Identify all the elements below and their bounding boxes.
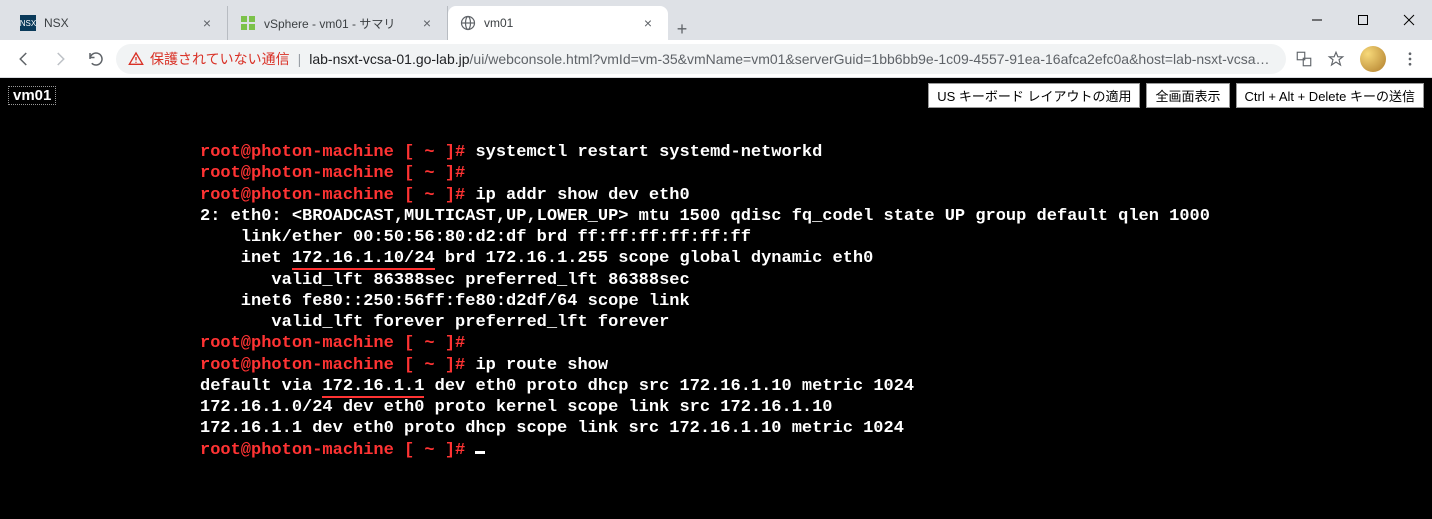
terminal-line: root@photon-machine [ ~ ]# systemctl res… xyxy=(200,142,1432,163)
terminal-line: valid_lft forever preferred_lft forever xyxy=(200,312,1432,333)
terminal-line: link/ether 00:50:56:80:d2:df brd ff:ff:f… xyxy=(200,227,1432,248)
tab-title: vSphere - vm01 - サマリ xyxy=(264,15,411,32)
new-tab-button[interactable]: + xyxy=(668,19,696,40)
address-bar: 保護されていない通信 | lab-nsxt-vcsa-01.go-lab.jp/… xyxy=(0,40,1432,78)
omnibox[interactable]: 保護されていない通信 | lab-nsxt-vcsa-01.go-lab.jp/… xyxy=(116,44,1286,74)
terminal-line: inet6 fe80::250:56ff:fe80:d2df/64 scope … xyxy=(200,291,1432,312)
keyboard-layout-button[interactable]: US キーボード レイアウトの適用 xyxy=(928,83,1140,108)
nav-reload-button[interactable] xyxy=(80,43,112,75)
fullscreen-button[interactable]: 全画面表示 xyxy=(1146,83,1229,108)
security-warning-label: 保護されていない通信 xyxy=(150,49,290,69)
browser-tab[interactable]: NSX NSX × xyxy=(8,6,228,40)
window-minimize-button[interactable] xyxy=(1294,0,1340,40)
ctrl-alt-del-button[interactable]: Ctrl + Alt + Delete キーの送信 xyxy=(1236,83,1425,108)
terminal-output[interactable]: root@photon-machine [ ~ ]# systemctl res… xyxy=(0,112,1432,461)
url-text: lab-nsxt-vcsa-01.go-lab.jp/ui/webconsole… xyxy=(309,51,1274,67)
browser-tab[interactable]: vSphere - vm01 - サマリ × xyxy=(228,6,448,40)
security-warning: 保護されていない通信 xyxy=(128,49,290,69)
highlighted-value: 172.16.1.10/24 xyxy=(292,249,435,270)
console-header: vm01 US キーボード レイアウトの適用 全画面表示 Ctrl + Alt … xyxy=(0,78,1432,112)
nav-back-button[interactable] xyxy=(8,43,40,75)
terminal-cursor xyxy=(475,451,485,454)
nsx-favicon-icon: NSX xyxy=(20,15,36,31)
terminal-line: root@photon-machine [ ~ ]# xyxy=(200,333,1432,354)
web-console: vm01 US キーボード レイアウトの適用 全画面表示 Ctrl + Alt … xyxy=(0,78,1432,519)
terminal-line: root@photon-machine [ ~ ]# xyxy=(200,440,1432,461)
terminal-line: root@photon-machine [ ~ ]# ip route show xyxy=(200,355,1432,376)
globe-favicon-icon xyxy=(460,15,476,31)
bookmark-star-icon[interactable] xyxy=(1322,45,1350,73)
tab-title: vm01 xyxy=(484,16,632,30)
browser-titlebar: NSX NSX × vSphere - vm01 - サマリ × vm01 × + xyxy=(0,0,1432,40)
browser-menu-icon[interactable] xyxy=(1396,45,1424,73)
terminal-line: inet 172.16.1.10/24 brd 172.16.1.255 sco… xyxy=(200,248,1432,269)
tab-close-icon[interactable]: × xyxy=(419,15,435,31)
tab-strip: NSX NSX × vSphere - vm01 - サマリ × vm01 × + xyxy=(0,0,1294,40)
warning-triangle-icon xyxy=(128,51,144,67)
highlighted-value: 172.16.1.1 xyxy=(322,377,424,398)
nav-forward-button[interactable] xyxy=(44,43,76,75)
terminal-line: root@photon-machine [ ~ ]# xyxy=(200,163,1432,184)
window-controls xyxy=(1294,0,1432,40)
vsphere-favicon-icon xyxy=(240,15,256,31)
tab-close-icon[interactable]: × xyxy=(640,15,656,31)
window-close-button[interactable] xyxy=(1386,0,1432,40)
tab-title: NSX xyxy=(44,16,191,30)
terminal-line: default via 172.16.1.1 dev eth0 proto dh… xyxy=(200,376,1432,397)
profile-avatar[interactable] xyxy=(1360,46,1386,72)
tab-close-icon[interactable]: × xyxy=(199,15,215,31)
terminal-line: 172.16.1.1 dev eth0 proto dhcp scope lin… xyxy=(200,418,1432,439)
terminal-line: valid_lft 86388sec preferred_lft 86388se… xyxy=(200,270,1432,291)
terminal-line: root@photon-machine [ ~ ]# ip addr show … xyxy=(200,185,1432,206)
browser-tab[interactable]: vm01 × xyxy=(448,6,668,40)
vm-name-label: vm01 xyxy=(8,86,56,105)
terminal-line: 172.16.1.0/24 dev eth0 proto kernel scop… xyxy=(200,397,1432,418)
terminal-line: 2: eth0: <BROADCAST,MULTICAST,UP,LOWER_U… xyxy=(200,206,1432,227)
window-maximize-button[interactable] xyxy=(1340,0,1386,40)
translate-icon[interactable] xyxy=(1290,45,1318,73)
